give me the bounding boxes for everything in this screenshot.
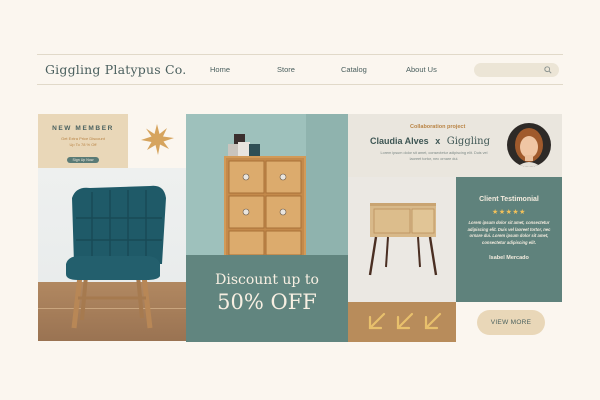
testimonial-title: Client Testimonial	[479, 196, 539, 203]
collab-brand-name: Giggling	[446, 136, 490, 147]
side-table-product-image[interactable]	[348, 177, 456, 302]
sign-up-button[interactable]: Sign Up Now	[66, 157, 100, 163]
sparkle-star-icon	[141, 124, 174, 155]
new-member-discount-line: Up To 78 % Off	[69, 142, 97, 147]
chair-product-image[interactable]	[38, 168, 186, 341]
collaboration-description: Lorem ipsum dolor sit amet, consectetur …	[380, 151, 488, 161]
nav-link-about-us[interactable]: About Us	[406, 65, 437, 74]
discount-headline: Discount up to	[215, 272, 319, 288]
star-decoration-tile	[128, 114, 186, 168]
collaborator-name: Claudia Alves	[370, 136, 429, 146]
new-member-title: NEW MEMBER	[52, 125, 114, 132]
nav-link-home[interactable]: Home	[210, 65, 230, 74]
new-member-subtitle: Get Extra Price Discount Up To 78 % Off	[38, 136, 128, 148]
discount-amount: 50% OFF	[217, 290, 317, 314]
cabinet-product-image[interactable]	[186, 114, 348, 255]
view-more-button[interactable]: VIEW MORE	[477, 310, 545, 335]
testimonial-text: Lorem ipsum dolor sit amet, consectetur …	[467, 220, 551, 245]
arrow-decoration-tile	[348, 302, 456, 342]
discount-banner[interactable]: Discount up to 50% OFF	[186, 255, 348, 342]
down-left-arrows-icon	[368, 312, 442, 330]
search-icon[interactable]	[544, 66, 552, 74]
armchair-illustration	[38, 185, 186, 329]
drawer-cabinet-illustration	[224, 114, 348, 255]
nav-link-catalog[interactable]: Catalog	[341, 65, 367, 74]
collab-cross: x	[435, 136, 441, 146]
star-rating-icon: ★★★★★	[492, 209, 526, 216]
client-testimonial: Client Testimonial ★★★★★ Lorem ipsum dol…	[456, 177, 562, 302]
avatar	[507, 123, 551, 167]
side-table-illustration	[368, 203, 438, 276]
portrait-photo	[515, 128, 543, 167]
top-navigation: Giggling Platypus Co. Home Store Catalog…	[37, 54, 563, 85]
testimonial-author: Isabel Mercado	[489, 255, 529, 261]
search-input[interactable]	[474, 63, 559, 77]
collaboration-tag: Collaboration project	[410, 124, 466, 130]
collaboration-card: Collaboration project Claudia Alves x Gi…	[348, 114, 562, 177]
nav-link-store[interactable]: Store	[277, 65, 295, 74]
new-member-banner: NEW MEMBER Get Extra Price Discount Up T…	[38, 114, 128, 168]
brand-logo[interactable]: Giggling Platypus Co.	[45, 62, 186, 77]
collaboration-title: Claudia Alves x Giggling	[370, 136, 490, 147]
